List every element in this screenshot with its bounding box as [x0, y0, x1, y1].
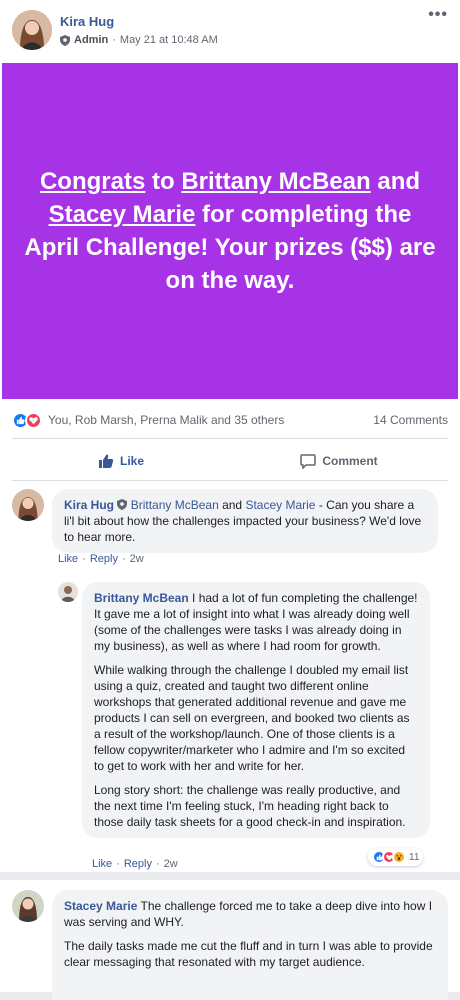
comment-actions: Like · Reply · 2w [92, 858, 178, 870]
admin-shield-icon [60, 34, 70, 46]
comment-button[interactable]: Comment [230, 446, 448, 476]
like-label: Like [119, 454, 144, 468]
author-avatar[interactable] [12, 10, 52, 50]
comments-count[interactable]: 14 Comments [373, 413, 448, 427]
commenter-avatar[interactable] [12, 489, 44, 521]
author-name[interactable]: Kira Hug [60, 14, 114, 29]
comment-and: and [218, 498, 246, 512]
comment-brittany: Brittany McBean I had a lot of fun compl… [58, 582, 448, 872]
comment-bubble: Kira Hug Brittany McBean and Stacey Mari… [52, 489, 438, 553]
dot-separator: · [82, 553, 86, 565]
comment-label: Comment [322, 454, 378, 468]
comment-kira: Kira Hug Brittany McBean and Stacey Mari… [12, 489, 448, 569]
comment-reply-link[interactable]: Reply [90, 553, 118, 565]
comment-paragraph-2: While walking through the challenge I do… [94, 663, 410, 773]
commenter-name[interactable]: Kira Hug [64, 498, 114, 512]
banner-text-2: and [370, 168, 421, 195]
comment-like-link[interactable]: Like [58, 553, 78, 565]
post-header: Kira Hug Admin · May 21 at 10:48 AM ••• [12, 6, 448, 50]
post-card: Kira Hug Admin · May 21 at 10:48 AM ••• … [0, 0, 460, 872]
reactors-text[interactable]: You, Rob Marsh, Prerna Malik and 35 othe… [48, 413, 284, 427]
commenter-name[interactable]: Stacey Marie [64, 899, 137, 913]
comment-paragraph-2: The daily tasks made me cut the fluff an… [64, 939, 433, 969]
post-meta: Admin · May 21 at 10:48 AM [60, 34, 218, 46]
comment-reactions-badge[interactable]: 11 [368, 848, 424, 866]
commenter-name[interactable]: Brittany McBean [94, 591, 189, 605]
post-actions: Like Comment [12, 446, 448, 476]
divider [12, 480, 448, 481]
reaction-count: 11 [409, 851, 420, 863]
post-banner: Congrats to Brittany McBean and Stacey M… [2, 63, 458, 399]
post-card-continued: Stacey Marie The challenge forced me to … [0, 880, 460, 1000]
commenter-avatar[interactable] [58, 582, 78, 602]
reaction-icons [12, 411, 42, 429]
dot-separator: · [121, 553, 126, 565]
banner-text-1: to [145, 168, 182, 195]
dot-separator: · [116, 858, 120, 870]
meta-separator: · [112, 34, 116, 46]
banner-link-stacey[interactable]: Stacey Marie [49, 201, 196, 228]
comment-paragraph-1: Brittany McBean I had a lot of fun compl… [94, 590, 418, 654]
post-time[interactable]: May 21 at 10:48 AM [120, 34, 218, 46]
author-role: Admin [74, 34, 109, 46]
comment-bubble: Stacey Marie The challenge forced me to … [52, 890, 448, 1000]
dot-separator: · [155, 858, 160, 870]
comment-like-link[interactable]: Like [92, 858, 112, 870]
thumbs-up-icon [98, 454, 114, 468]
comment-stacey: Stacey Marie The challenge forced me to … [12, 890, 448, 1000]
divider [12, 438, 448, 439]
comment-actions: Like · Reply · 2w [58, 553, 144, 565]
banner-link-congrats[interactable]: Congrats [40, 168, 145, 195]
commenter-avatar[interactable] [12, 890, 44, 922]
banner-link-brittany[interactable]: Brittany McBean [181, 168, 370, 195]
tag-brittany[interactable]: Brittany McBean [131, 498, 219, 512]
comment-time[interactable]: 2w [130, 553, 144, 565]
admin-shield-icon [117, 499, 128, 510]
comment-bubble: Brittany McBean I had a lot of fun compl… [82, 582, 430, 838]
like-button[interactable]: Like [12, 446, 230, 476]
wow-reaction-icon [392, 850, 406, 864]
tag-stacey[interactable]: Stacey Marie [245, 498, 315, 512]
comment-icon [300, 454, 317, 469]
comment-time[interactable]: 2w [164, 858, 178, 870]
love-reaction-icon [25, 411, 42, 429]
banner-text: Congrats to Brittany McBean and Stacey M… [20, 165, 440, 297]
comment-paragraph-1: Stacey Marie The challenge forced me to … [64, 898, 436, 930]
reactions-summary[interactable]: You, Rob Marsh, Prerna Malik and 35 othe… [12, 408, 448, 432]
comment-reply-link[interactable]: Reply [124, 858, 152, 870]
more-options-icon[interactable]: ••• [428, 6, 448, 24]
comment-paragraph-3: Long story short: the challenge was real… [94, 783, 406, 829]
